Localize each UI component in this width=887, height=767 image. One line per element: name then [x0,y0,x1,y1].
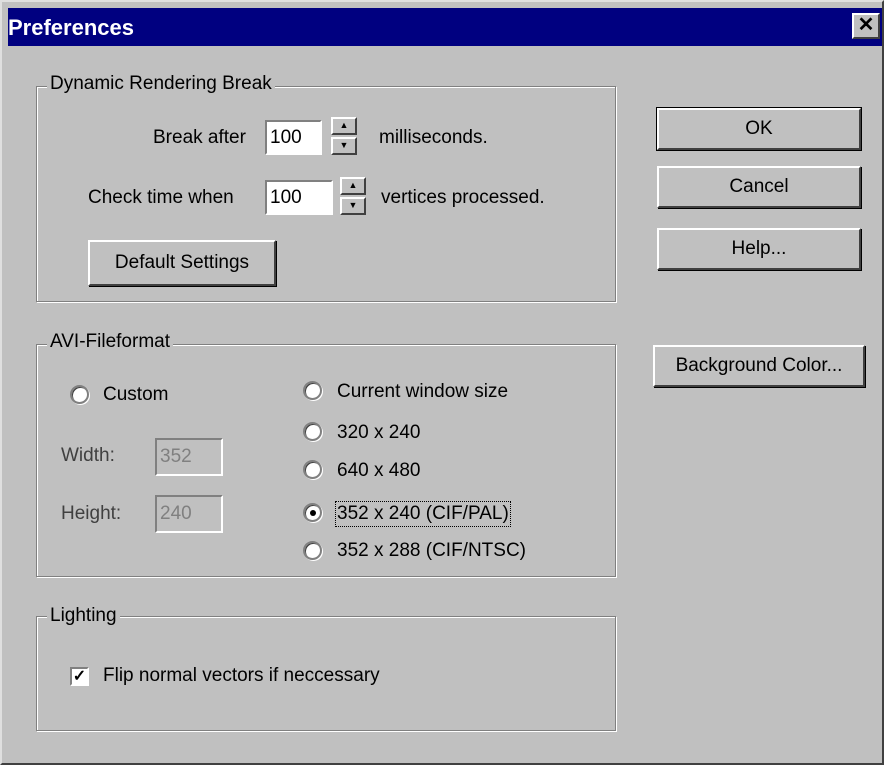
res-320x240-radio[interactable] [303,422,322,441]
res-640x480-radio[interactable] [303,460,322,479]
res-352x288-label: 352 x 288 (CIF/NTSC) [337,540,526,561]
current-window-size-radio[interactable] [303,381,322,400]
res-320x240-label: 320 x 240 [337,422,421,443]
background-color-button[interactable]: Background Color... [653,345,865,387]
height-label: Height: [61,503,122,524]
res-640x480-label: 640 x 480 [337,460,421,481]
dynamic-rendering-group-label: Dynamic Rendering Break [47,73,275,95]
default-settings-button[interactable]: Default Settings [88,240,276,286]
lighting-group-label: Lighting [47,605,120,627]
width-input[interactable]: 352 [155,438,223,476]
spin-down-icon[interactable]: ▼ [340,197,366,215]
current-window-size-label: Current window size [337,381,509,402]
res-352x240-label: 352 x 240 (CIF/PAL) [335,501,511,527]
avi-fileformat-group [36,344,616,577]
width-label: Width: [61,445,115,466]
radio-selected-dot [310,510,316,516]
check-time-label: Check time when [88,187,234,208]
break-after-input[interactable]: 100 [265,120,322,155]
window-title: Preferences [8,15,134,40]
cancel-button[interactable]: Cancel [657,166,861,208]
custom-radio[interactable] [70,385,89,404]
check-time-spinner[interactable]: ▲ ▼ [340,177,366,217]
check-time-unit: vertices processed. [381,187,545,208]
help-button[interactable]: Help... [657,228,861,270]
flip-normals-checkbox[interactable]: ✓ [70,667,89,686]
break-after-unit: milliseconds. [379,127,488,148]
title-bar[interactable]: Preferences ✕ [8,8,882,46]
ok-button[interactable]: OK [656,107,862,151]
custom-label: Custom [103,384,169,405]
spin-up-icon[interactable]: ▲ [331,117,357,135]
close-button[interactable]: ✕ [852,13,880,39]
check-time-input[interactable]: 100 [265,180,333,215]
break-after-spinner[interactable]: ▲ ▼ [331,117,357,157]
res-352x288-radio[interactable] [303,541,322,560]
spin-up-icon[interactable]: ▲ [340,177,366,195]
avi-fileformat-group-label: AVI-Fileformat [47,331,174,353]
break-after-label: Break after [153,127,246,148]
height-input[interactable]: 240 [155,495,223,533]
res-352x240-radio[interactable] [303,503,322,522]
spin-down-icon[interactable]: ▼ [331,137,357,155]
flip-normals-label: Flip normal vectors if neccessary [103,665,380,686]
